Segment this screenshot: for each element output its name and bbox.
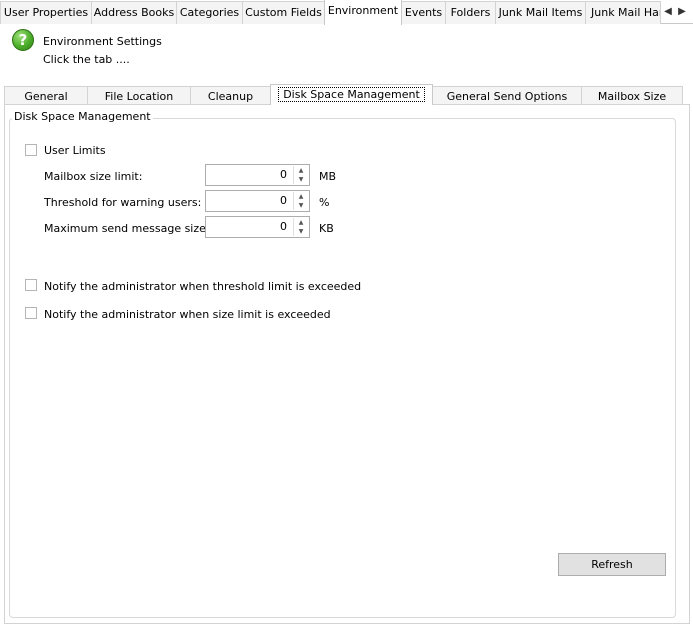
- spin-down-icon[interactable]: ▼: [294, 227, 308, 236]
- spin-up-icon[interactable]: ▲: [294, 192, 308, 201]
- notify-threshold-label[interactable]: Notify the administrator when threshold …: [44, 280, 361, 293]
- tab-file-location-label: File Location: [104, 90, 174, 103]
- tab-custom-fields[interactable]: Custom Fields: [242, 1, 325, 24]
- notify-size-label[interactable]: Notify the administrator when size limit…: [44, 308, 331, 321]
- tab-cleanup-label: Cleanup: [207, 90, 254, 103]
- page-title: Environment Settings: [43, 35, 162, 48]
- tab-environment[interactable]: Environment: [324, 0, 402, 25]
- max-send-size-label: Maximum send message size:: [44, 222, 210, 235]
- spin-up-icon[interactable]: ▲: [294, 166, 308, 175]
- tab-junk-mail-items[interactable]: Junk Mail Items: [495, 1, 586, 24]
- page-subtitle: Click the tab ....: [43, 53, 130, 66]
- spin-up-icon[interactable]: ▲: [294, 218, 308, 227]
- threshold-warning-unit: %: [319, 196, 330, 209]
- tab-junk-mail-handling[interactable]: Junk Mail Har: [585, 1, 661, 24]
- user-limits-checkbox[interactable]: [25, 144, 37, 156]
- tab-mailbox-size-label: Mailbox Size: [597, 90, 667, 103]
- threshold-warning-input[interactable]: 0 ▲ ▼: [205, 190, 310, 212]
- max-send-size-spinner: ▲ ▼: [293, 218, 308, 236]
- mailbox-size-limit-label: Mailbox size limit:: [44, 170, 143, 183]
- tab-address-books[interactable]: Address Books: [91, 1, 177, 24]
- disk-space-groupbox: [9, 118, 676, 618]
- spin-down-icon[interactable]: ▼: [294, 175, 308, 184]
- max-send-size-unit: KB: [319, 222, 334, 235]
- groupbox-title: Disk Space Management: [12, 110, 153, 123]
- tab-file-location[interactable]: File Location: [87, 86, 191, 105]
- mailbox-size-limit-input[interactable]: 0 ▲ ▼: [205, 164, 310, 186]
- tab-scroll-left-icon[interactable]: ◀: [661, 4, 675, 20]
- refresh-button[interactable]: Refresh: [558, 553, 666, 576]
- help-icon: ?: [12, 29, 34, 51]
- threshold-warning-spinner: ▲ ▼: [293, 192, 308, 210]
- tab-general-send-options-label: General Send Options: [446, 90, 568, 103]
- tab-general[interactable]: General: [4, 86, 88, 105]
- max-send-size-input[interactable]: 0 ▲ ▼: [205, 216, 310, 238]
- tab-general-label: General: [24, 90, 68, 103]
- max-send-size-value: 0: [280, 220, 287, 233]
- inner-tab-strip: General File Location Cleanup Disk Space…: [4, 84, 690, 105]
- tab-categories[interactable]: Categories: [176, 1, 243, 24]
- threshold-warning-label: Threshold for warning users:: [44, 196, 202, 209]
- tab-general-send-options[interactable]: General Send Options: [432, 86, 582, 105]
- tab-cleanup[interactable]: Cleanup: [190, 86, 271, 105]
- top-tab-strip: User Properties Address Books Categories…: [0, 0, 693, 25]
- tab-events[interactable]: Events: [401, 1, 446, 24]
- tab-disk-space-management-label: Disk Space Management: [278, 87, 425, 102]
- spin-down-icon[interactable]: ▼: [294, 201, 308, 210]
- tab-mailbox-size[interactable]: Mailbox Size: [581, 86, 683, 105]
- tab-user-properties[interactable]: User Properties: [0, 1, 92, 24]
- notify-size-checkbox[interactable]: [25, 307, 37, 319]
- tab-disk-space-management[interactable]: Disk Space Management: [270, 84, 433, 105]
- tab-folders[interactable]: Folders: [445, 1, 496, 24]
- user-limits-label[interactable]: User Limits: [44, 144, 106, 157]
- mailbox-size-limit-value: 0: [280, 168, 287, 181]
- mailbox-size-unit: MB: [319, 170, 337, 183]
- mailbox-size-limit-spinner: ▲ ▼: [293, 166, 308, 184]
- tab-scroll-right-icon[interactable]: ▶: [675, 4, 689, 20]
- threshold-warning-value: 0: [280, 194, 287, 207]
- notify-threshold-checkbox[interactable]: [25, 279, 37, 291]
